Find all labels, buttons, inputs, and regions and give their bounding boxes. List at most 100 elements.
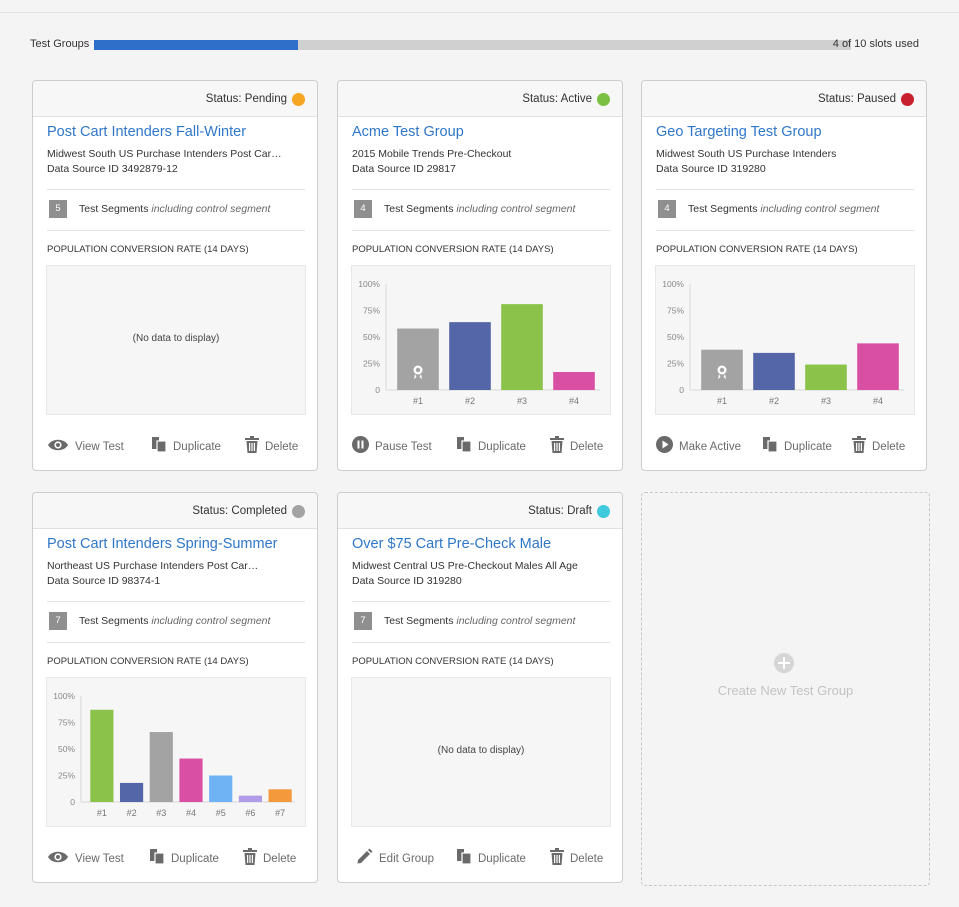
bar-3[interactable] [149,732,173,802]
x-tick-label: #3 [821,396,831,406]
action-label: Duplicate [171,853,219,865]
segments-text: Test Segments including control segment [79,203,270,215]
test-group-card-draft: Status: Draft Over $75 Cart Pre-Check Ma… [337,492,623,883]
divider [656,189,914,190]
action-label: Delete [570,853,604,865]
view-test-button[interactable]: View Test [47,848,124,870]
trash-icon [852,436,866,458]
y-tick-label: 25% [58,771,75,781]
test-groups-header: Test Groups 4 of 10 slots used [30,37,920,53]
duplicate-icon [456,848,472,870]
bar-4[interactable] [553,371,595,390]
segments-label: Test Segments [688,203,758,215]
card-data-source: Data Source ID 98374-1 [47,575,161,587]
create-test-group-label: Create New Test Group [717,683,854,698]
card-subtitle: Midwest Central US Pre-Checkout Males Al… [352,560,578,572]
bar-2[interactable] [119,782,144,802]
y-tick-label: 100% [358,279,380,289]
card-status-bar: Status: Completed [33,493,317,529]
card-status-bar: Status: Draft [338,493,622,529]
pause-icon [352,436,369,458]
action-label: Delete [263,853,297,865]
test-group-card-pending: Status: Pending Post Cart Intenders Fall… [32,80,318,471]
conversion-bar-chart: 100% 75% 50% 25% 0 #1 #2 #3 #4 [358,279,600,406]
bar-4[interactable] [857,343,899,390]
card-data-source: Data Source ID 319280 [352,575,462,587]
segment-count-badge: 7 [49,612,67,630]
card-title-link[interactable]: Post Cart Intenders Fall-Winter [47,124,246,140]
card-status-bar: Status: Active [338,81,622,117]
segments-label: Test Segments [384,615,454,627]
edit-group-button[interactable]: Edit Group [356,848,434,870]
status-dot [597,93,610,106]
test-group-card-completed: Status: Completed Post Cart Intenders Sp… [32,492,318,883]
bar-2[interactable] [449,322,491,390]
action-label: Duplicate [478,853,526,865]
bar-4[interactable] [179,758,203,802]
duplicate-button[interactable]: Duplicate [456,436,526,458]
no-data-text: (No data to display) [132,333,220,344]
segments-note: including control segment [151,203,271,215]
bar-7[interactable] [268,789,292,802]
card-actions: View Test Duplicate Delete [47,436,305,458]
card-title-link[interactable]: Post Cart Intenders Spring-Summer [47,536,277,552]
y-tick-label: 75% [363,306,380,316]
trash-icon [550,436,564,458]
delete-button[interactable]: Delete [550,436,603,458]
duplicate-button[interactable]: Duplicate [762,436,832,458]
card-title-link[interactable]: Over $75 Cart Pre-Check Male [352,536,551,552]
bar-1[interactable] [397,328,439,390]
action-label: Duplicate [478,441,526,453]
card-title-link[interactable]: Geo Targeting Test Group [656,124,822,140]
card-title-link[interactable]: Acme Test Group [352,124,464,140]
trash-icon [550,848,564,870]
divider [47,601,305,602]
x-tick-label: #2 [465,396,475,406]
divider [47,230,305,231]
segment-count-badge: 4 [354,200,372,218]
delete-button[interactable]: Delete [243,848,296,870]
card-status-bar: Status: Paused [642,81,926,117]
population-label: POPULATION CONVERSION RATE (14 DAYS) [352,656,554,667]
duplicate-button[interactable]: Duplicate [456,848,526,870]
delete-button[interactable]: Delete [245,436,298,458]
bar-5[interactable] [209,775,233,803]
divider [47,642,305,643]
delete-button[interactable]: Delete [550,848,603,870]
x-tick-label: #2 [769,396,779,406]
y-tick-label: 0 [375,385,380,395]
bar-3[interactable] [805,364,847,390]
card-subtitle: Northeast US Purchase Intenders Post Car… [47,560,259,572]
action-label: Delete [265,441,299,453]
bar-6[interactable] [238,795,263,802]
pencil-icon [356,848,373,870]
top-divider [0,12,959,13]
x-tick-label: #2 [127,808,137,818]
segments-label: Test Segments [384,203,454,215]
bar-3[interactable] [501,304,543,390]
action-label: View Test [75,441,124,453]
card-data-source: Data Source ID 3492879-12 [47,163,178,175]
divider [47,189,305,190]
chart-area: 100% 75% 50% 25% 0 #1 #2 #3 #4 [655,265,915,415]
bar-1[interactable] [90,709,114,802]
create-test-group-tile[interactable]: Create New Test Group [641,492,930,886]
make-active-button[interactable]: Make Active [656,436,741,458]
pause-test-button[interactable]: Pause Test [352,436,432,458]
segment-count-badge: 5 [49,200,67,218]
duplicate-button[interactable]: Duplicate [149,848,219,870]
x-tick-label: #7 [275,808,285,818]
status-label: Status: Paused [818,93,896,105]
y-tick-label: 25% [363,359,380,369]
action-label: View Test [75,853,124,865]
segments-note: including control segment [151,615,271,627]
eye-icon [47,850,69,869]
divider [352,189,610,190]
duplicate-button[interactable]: Duplicate [151,436,221,458]
y-tick-label: 50% [363,332,380,342]
bar-2[interactable] [753,352,795,390]
delete-button[interactable]: Delete [852,436,905,458]
duplicate-icon [149,848,165,870]
duplicate-icon [762,436,778,458]
view-test-button[interactable]: View Test [47,436,124,458]
